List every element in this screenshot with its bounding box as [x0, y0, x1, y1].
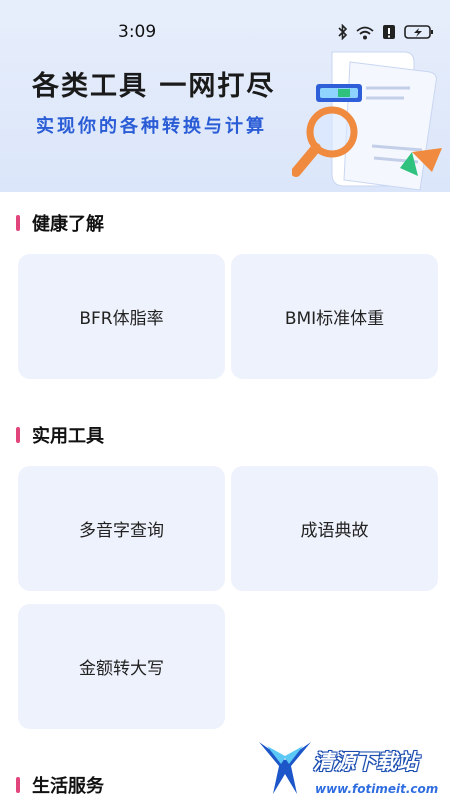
- bluetooth-icon: [338, 23, 348, 44]
- status-time: 3:09: [118, 22, 157, 42]
- watermark-url: www.fotimeit.com: [315, 782, 439, 796]
- alert-icon: [382, 24, 396, 44]
- tool-card-idiom[interactable]: 成语典故: [231, 466, 438, 591]
- section-header-health: 健康了解: [16, 211, 104, 235]
- section-title-health: 健康了解: [32, 214, 104, 235]
- tool-card-label: 多音字查询: [79, 521, 164, 541]
- banner-title: 各类工具 一网打尽: [32, 71, 276, 102]
- section-accent-bar: [16, 427, 20, 443]
- tool-card-label: 金额转大写: [79, 659, 164, 679]
- section-accent-bar: [16, 777, 20, 793]
- tool-card-bmi[interactable]: BMI标准体重: [231, 254, 438, 379]
- status-icons: [338, 23, 434, 44]
- watermark: 清源下载站 www.fotimeit.com: [255, 736, 450, 800]
- tool-card-label: 成语典故: [300, 521, 369, 541]
- tool-card-label: BMI标准体重: [284, 309, 385, 329]
- banner-subtitle: 实现你的各种转换与计算: [36, 116, 267, 137]
- tool-card-amount-uppercase[interactable]: 金额转大写: [18, 604, 225, 729]
- section-accent-bar: [16, 215, 20, 231]
- tool-card-polyphone[interactable]: 多音字查询: [18, 466, 225, 591]
- status-bar: 3:09: [0, 0, 450, 42]
- tool-card-bfr[interactable]: BFR体脂率: [18, 254, 225, 379]
- section-title-life-services: 生活服务: [32, 776, 104, 797]
- tool-card-label: BFR体脂率: [79, 309, 164, 329]
- section-header-utilities: 实用工具: [16, 423, 104, 447]
- watermark-logo-icon: [259, 742, 311, 794]
- document-magnifier-illustration: [291, 48, 450, 192]
- header-banner: 3:09 各类工具 一网打尽 实现你的各种转换与计算: [0, 0, 450, 192]
- wifi-icon: [356, 25, 374, 44]
- battery-charging-icon: [404, 24, 434, 44]
- section-title-utilities: 实用工具: [32, 426, 104, 447]
- section-header-life-services: 生活服务: [16, 773, 104, 797]
- watermark-title: 清源下载站: [313, 750, 418, 774]
